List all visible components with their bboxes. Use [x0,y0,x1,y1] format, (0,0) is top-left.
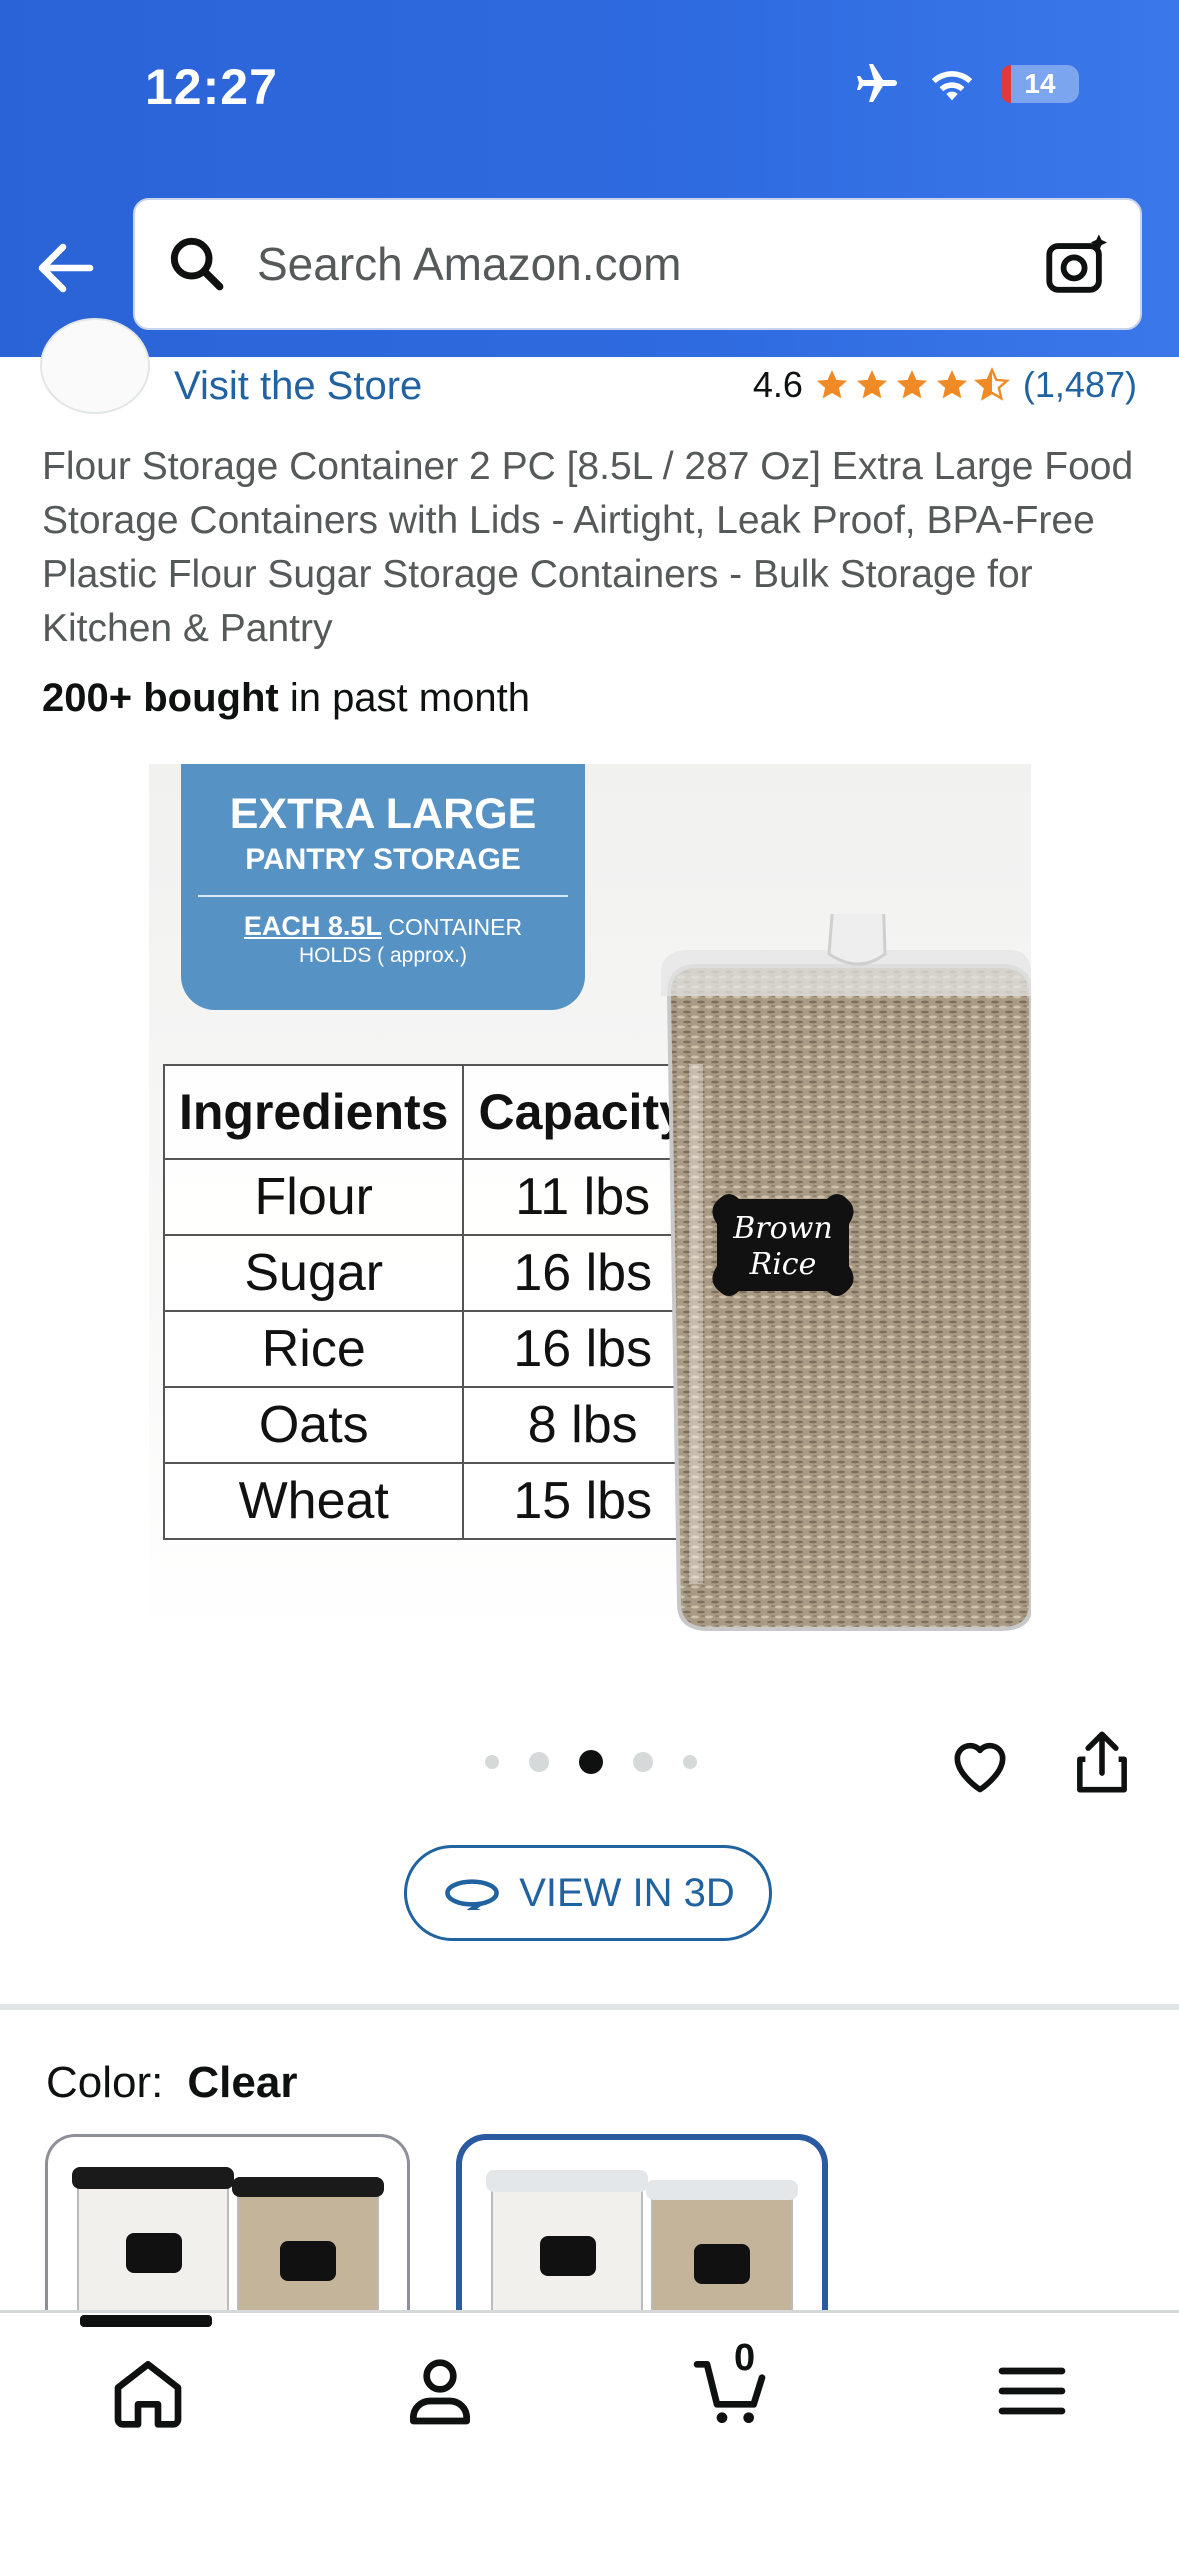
swatch-image [72,2167,384,2334]
rating-value: 4.6 [752,364,803,405]
battery-icon: 14 [1001,65,1079,103]
camera-search-icon[interactable] [1042,230,1112,300]
bottom-nav-bar: 0 [0,2310,1179,2556]
table-cell: Flour [162,1158,465,1236]
carousel-dot[interactable] [633,1752,653,1772]
table-header-ingredients: Ingredients [162,1064,465,1160]
table-cell: Wheat [162,1462,465,1540]
visit-store-link[interactable]: Visit the Store [174,364,422,409]
purchase-count: 200+ bought in past month [42,676,530,721]
purchase-count-rest: in past month [278,676,530,720]
banner-line-3: EACH 8.5L CONTAINER [181,911,585,942]
banner-line-2: PANTRY STORAGE [245,843,521,876]
status-icons: 14 [851,60,1079,108]
menu-icon[interactable] [992,2351,1072,2431]
carousel-dot[interactable] [683,1755,697,1769]
table-header-row: Ingredients Capacity [162,1064,703,1160]
rating-count-link[interactable]: (1,487) [1023,364,1137,406]
view-in-3d-label: VIEW IN 3D [519,1870,735,1915]
carousel-dot[interactable] [485,1755,499,1769]
battery-level: 14 [1024,68,1056,99]
search-input[interactable]: Search Amazon.com [133,198,1142,330]
swatch-image [486,2170,798,2334]
header-bar: 12:27 14 Search Amazon.com [0,0,1179,357]
color-swatch-selected[interactable] [456,2134,828,2334]
capacity-table: Ingredients Capacity Flour 11 lbs Sugar … [162,1064,703,1540]
container-jar-illustration: Brown Rice [661,914,1031,1631]
color-swatch[interactable] [45,2134,410,2334]
table-cell: Oats [162,1386,465,1464]
carousel-dots[interactable] [485,1750,697,1774]
back-arrow-icon[interactable] [30,232,102,304]
purchase-count-bold: 200+ bought [42,676,279,720]
heart-icon[interactable] [946,1730,1014,1798]
wifi-icon [931,71,973,101]
table-cell: Sugar [162,1234,465,1312]
airplane-icon [857,64,897,102]
table-row: Oats 8 lbs [162,1386,703,1464]
store-logo[interactable] [40,318,150,414]
account-icon[interactable] [400,2351,480,2431]
banner-line-3-rest: CONTAINER [381,914,523,940]
swatch-scroll-indicator [80,2315,212,2327]
color-value: Clear [187,2058,298,2107]
image-banner: EXTRA LARGE PANTRY STORAGE EACH 8.5L CON… [181,764,585,1010]
search-icon [170,237,224,291]
table-row: Sugar 16 lbs [162,1234,703,1312]
view-in-3d-button[interactable]: VIEW IN 3D [404,1845,772,1941]
product-image[interactable]: EXTRA LARGE PANTRY STORAGE EACH 8.5L CON… [149,764,1031,1634]
jar-label-line-2: Rice [749,1247,817,1282]
status-time: 12:27 [145,59,278,115]
banner-line-3-bold: EACH 8.5L [243,911,382,941]
section-divider [0,2004,1179,2010]
product-title: Flour Storage Container 2 PC [8.5L / 287… [42,445,1134,650]
table-row: Flour 11 lbs [162,1158,703,1236]
color-label: Color: [46,2058,164,2107]
share-icon[interactable] [1068,1726,1136,1798]
table-cell: Rice [162,1310,465,1388]
banner-line-1: EXTRA LARGE [229,790,537,838]
jar-label-line-1: Brown [732,1211,832,1246]
rating-summary[interactable]: 4.6 (1,487) [753,364,1137,406]
table-row: Wheat 15 lbs [162,1462,703,1540]
banner-line-4: HOLDS ( approx.) [298,944,468,967]
rotate-3d-icon [445,1879,500,1910]
search-placeholder: Search Amazon.com [257,238,682,290]
carousel-dot-active[interactable] [579,1750,603,1774]
table-row: Rice 16 lbs [162,1310,703,1388]
cart-count-badge: 0 [734,2337,756,2379]
star-rating-icon [813,367,1011,403]
cart-icon[interactable] [692,2351,772,2431]
carousel-dot[interactable] [529,1752,549,1772]
color-selector-label: Color: Clear [46,2058,297,2108]
home-icon[interactable] [108,2351,188,2431]
